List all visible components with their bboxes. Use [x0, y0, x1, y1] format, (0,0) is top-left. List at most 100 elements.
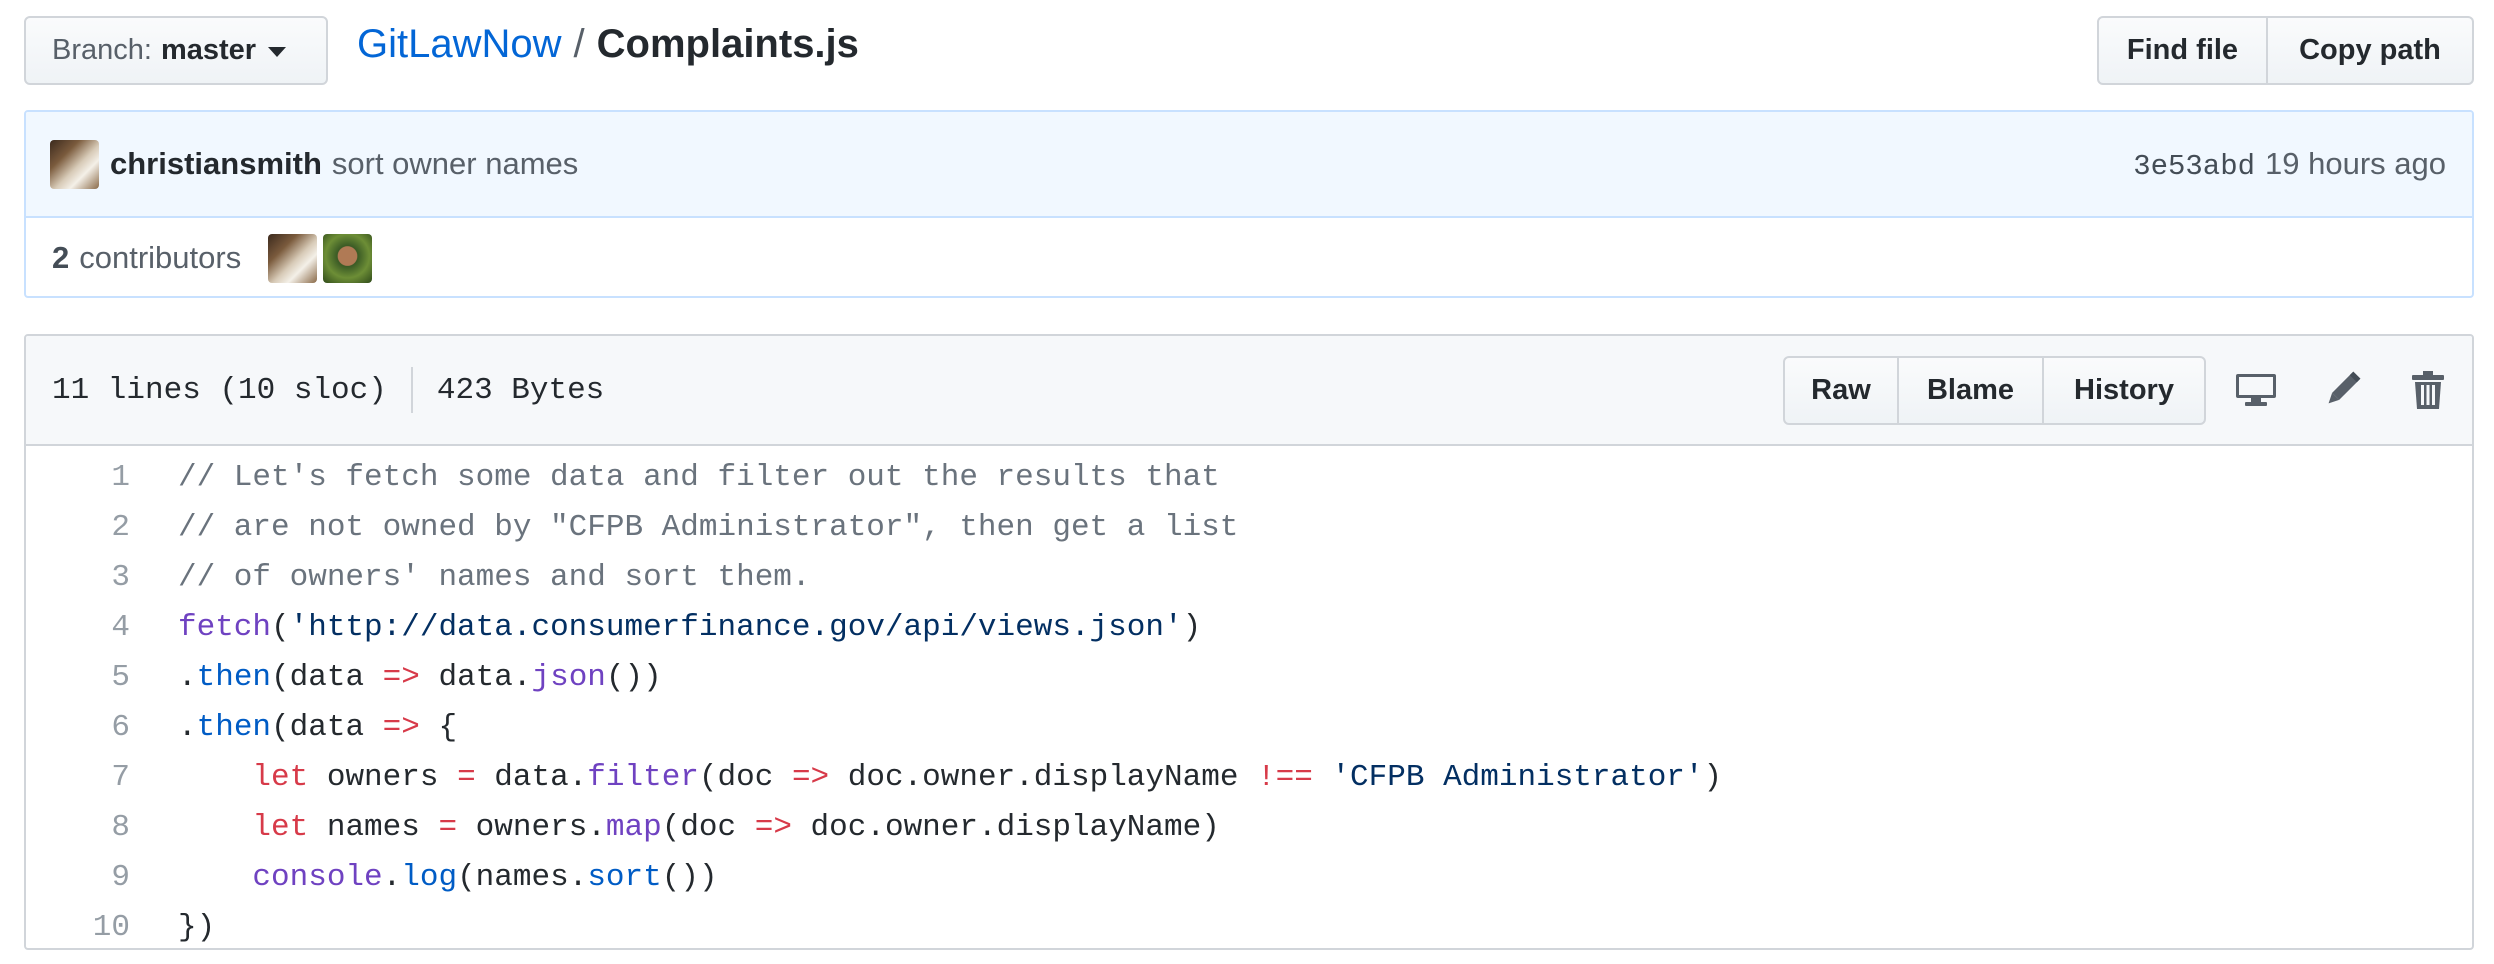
- code-content: .then(data => data.json()): [130, 660, 662, 695]
- code-content: // are not owned by "CFPB Administrator"…: [130, 510, 1238, 545]
- code-token: // Let's fetch some data and filter out …: [178, 459, 1220, 495]
- line-number[interactable]: 9: [26, 860, 130, 895]
- code-token: .: [382, 859, 402, 895]
- code-content: .then(data => {: [130, 710, 457, 745]
- file-info-divider: [410, 367, 413, 413]
- code-line: 6 .then(data => {: [26, 702, 2472, 752]
- code-token: =>: [754, 809, 792, 845]
- history-button[interactable]: History: [2044, 356, 2206, 425]
- code-token: (names.: [457, 859, 588, 895]
- code-token: .: [178, 659, 197, 695]
- code-token: // of owners' names and sort them.: [178, 559, 811, 595]
- code-token: .: [178, 709, 197, 745]
- code-token: filter: [587, 759, 699, 795]
- code-token: (doc: [698, 759, 792, 795]
- code-token: (data: [271, 659, 383, 695]
- code-token: // are not owned by "CFPB Administrator"…: [178, 509, 1239, 545]
- file-view-buttons: Raw Blame History: [1783, 356, 2206, 425]
- code-token: (data: [271, 709, 383, 745]
- code-token: =: [438, 809, 458, 845]
- code-token: json: [531, 659, 606, 695]
- code-token: ): [1182, 609, 1202, 645]
- line-number[interactable]: 5: [26, 660, 130, 695]
- code-line: 3 // of owners' names and sort them.: [26, 552, 2472, 602]
- code-token: data.: [475, 759, 588, 795]
- line-number[interactable]: 3: [26, 560, 130, 595]
- code-line: 8 let names = owners.map(doc => doc.owne…: [26, 802, 2472, 852]
- line-number[interactable]: 8: [26, 810, 130, 845]
- code-token: =>: [382, 709, 420, 745]
- file-header: 11 lines (10 sloc) 423 Bytes Raw Blame H…: [26, 336, 2472, 446]
- file-navigation-buttons: Find file Copy path: [2097, 16, 2474, 85]
- breadcrumb-separator: /: [573, 22, 585, 66]
- commit-message-link[interactable]: sort owner names: [332, 146, 578, 182]
- code-token: (doc: [661, 809, 755, 845]
- commit-sha-link[interactable]: 3e53abd: [2133, 150, 2255, 183]
- raw-button[interactable]: Raw: [1783, 356, 1899, 425]
- code-token: 'CFPB Administrator': [1331, 759, 1704, 795]
- code-view: 1 // Let's fetch some data and filter out…: [26, 446, 2472, 948]
- file-info: 11 lines (10 sloc) 423 Bytes: [52, 367, 604, 413]
- file-box: 11 lines (10 sloc) 423 Bytes Raw Blame H…: [24, 334, 2474, 950]
- pencil-icon[interactable]: [2318, 366, 2366, 414]
- file-actions: [2232, 366, 2452, 414]
- line-number[interactable]: 10: [26, 910, 130, 945]
- code-token: let: [252, 809, 309, 845]
- commit-author-link[interactable]: christiansmith: [110, 146, 322, 182]
- commit-meta: 3e53abd 19 hours ago: [2133, 146, 2446, 183]
- branch-label: Branch:: [52, 34, 152, 66]
- breadcrumb-repo-link[interactable]: GitLawNow: [357, 22, 562, 67]
- code-token: then: [196, 709, 272, 745]
- code-content: let names = owners.map(doc => doc.owner.…: [130, 809, 1220, 845]
- line-number[interactable]: 2: [26, 510, 130, 545]
- copy-path-button[interactable]: Copy path: [2268, 16, 2474, 85]
- contributors-row[interactable]: 2 contributors: [26, 218, 2472, 296]
- trash-icon[interactable]: [2404, 366, 2452, 414]
- code-token: (: [271, 609, 290, 645]
- code-token: doc.owner.displayName): [791, 809, 1220, 845]
- code-content: // Let's fetch some data and filter out …: [130, 460, 1220, 495]
- find-file-button[interactable]: Find file: [2097, 16, 2268, 85]
- code-token: let: [252, 759, 309, 795]
- line-number[interactable]: 7: [26, 760, 130, 795]
- line-number[interactable]: 1: [26, 460, 130, 495]
- desktop-icon[interactable]: [2232, 366, 2280, 414]
- code-token: }): [178, 909, 216, 945]
- line-number[interactable]: 4: [26, 610, 130, 645]
- line-number[interactable]: 6: [26, 710, 130, 745]
- file-lines-info: 11 lines (10 sloc): [52, 372, 387, 408]
- code-line: 7 let owners = data.filter(doc => doc.ow…: [26, 752, 2472, 802]
- file-size: 423 Bytes: [436, 372, 605, 408]
- author-avatar[interactable]: [50, 139, 99, 189]
- code-token: =>: [791, 759, 830, 795]
- code-token: console: [252, 859, 383, 895]
- blame-button[interactable]: Blame: [1899, 356, 2044, 425]
- commit-box: christiansmith sort owner names 3e53abd …: [24, 110, 2474, 298]
- code-content: // of owners' names and sort them.: [130, 560, 811, 595]
- code-token: ()): [661, 859, 718, 895]
- contributor-avatar[interactable]: [268, 233, 318, 283]
- code-token: {: [419, 709, 458, 745]
- code-token: fetch: [178, 609, 272, 645]
- contributor-avatars: [268, 233, 373, 283]
- contributor-avatar[interactable]: [323, 233, 373, 283]
- commit-tease: christiansmith sort owner names 3e53abd …: [26, 112, 2472, 218]
- code-content: }): [130, 910, 215, 945]
- code-token: data.: [419, 659, 532, 695]
- branch-select-button[interactable]: Branch: master: [24, 16, 328, 85]
- code-token: =: [457, 759, 476, 795]
- code-line: 2 // are not owned by "CFPB Administrator…: [26, 502, 2472, 552]
- code-token: sort: [587, 859, 662, 895]
- code-token: !==: [1257, 759, 1313, 795]
- branch-name: master: [160, 34, 257, 66]
- code-content: let owners = data.filter(doc => doc.owne…: [130, 760, 1722, 795]
- code-token: log: [401, 859, 458, 895]
- code-token: ()): [605, 659, 662, 695]
- code-line: 5 .then(data => data.json()): [26, 652, 2472, 702]
- code-token: then: [196, 659, 272, 695]
- code-token: map: [605, 809, 662, 845]
- caret-down-icon: [268, 47, 287, 57]
- code-token: =>: [382, 659, 420, 695]
